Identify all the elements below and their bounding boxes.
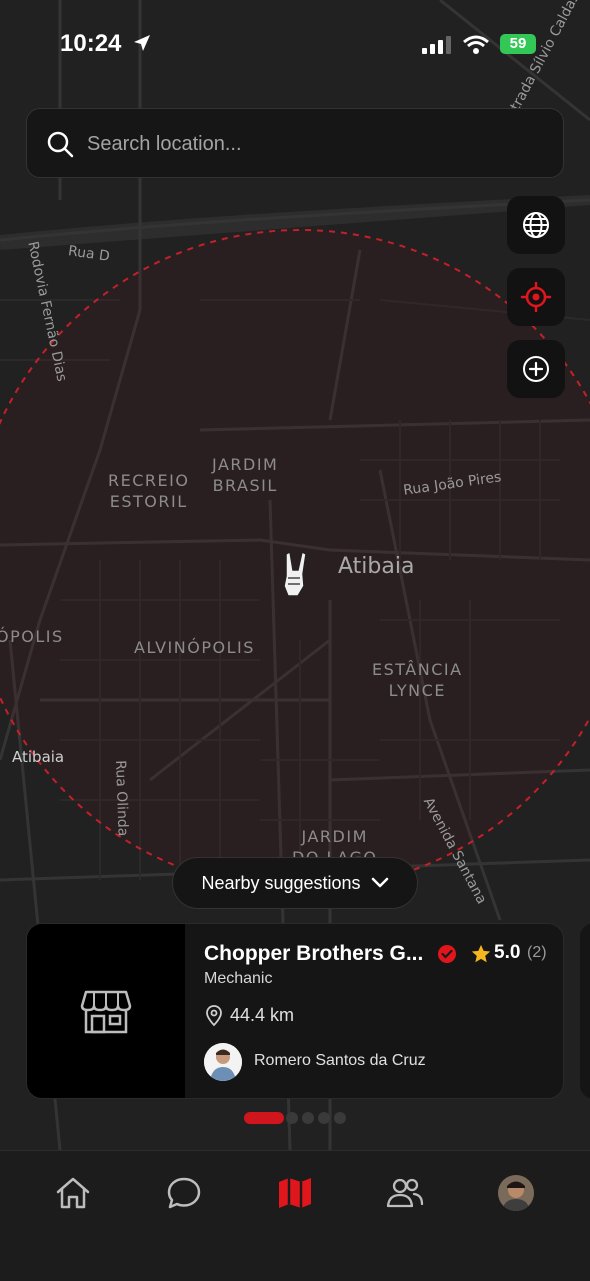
pagination-dot — [318, 1112, 330, 1124]
city-label: Atibaia — [338, 554, 415, 579]
tab-map[interactable] — [275, 1173, 315, 1213]
pagination-dot — [334, 1112, 346, 1124]
pagination-dot — [286, 1112, 298, 1124]
place-category: Mechanic — [204, 970, 273, 987]
location-arrow-icon — [134, 35, 151, 51]
search-input[interactable] — [85, 109, 549, 179]
verified-badge-icon — [438, 945, 456, 963]
add-button[interactable] — [507, 340, 565, 398]
globe-button[interactable] — [507, 196, 565, 254]
signal-icon — [422, 36, 451, 54]
pagination-dot — [302, 1112, 314, 1124]
nearby-label: Nearby suggestions — [201, 872, 361, 893]
map-icon — [279, 1178, 311, 1208]
search-bar[interactable] — [26, 108, 564, 179]
bottom-tab-bar — [0, 1150, 590, 1281]
tab-community[interactable] — [385, 1173, 425, 1213]
status-bar: 10:24 59 — [0, 0, 590, 80]
place-image — [27, 924, 185, 1098]
place-name: Chopper Brothers G... — [204, 942, 424, 965]
city-label-small: Atibaia — [12, 748, 65, 766]
owner-name: Romero Santos da Cruz — [254, 1052, 426, 1069]
store-icon — [80, 990, 132, 1034]
tab-chat[interactable] — [164, 1173, 204, 1213]
profile-avatar — [498, 1175, 534, 1211]
status-time: 10:24 — [60, 30, 152, 58]
home-icon — [56, 1177, 90, 1209]
review-count: (2) — [527, 944, 547, 961]
neighborhood-label: ÓPOLIS — [0, 627, 64, 646]
next-card-peek[interactable] — [580, 923, 590, 1099]
nearby-suggestions-dropdown[interactable]: Nearby suggestions — [172, 857, 418, 909]
neighborhood-label: RECREIO ESTORIL — [108, 471, 190, 511]
owner-avatar — [204, 1043, 242, 1081]
neighborhood-label: ESTÂNCIA LYNCE — [372, 660, 463, 700]
globe-icon — [523, 212, 549, 238]
rock-hand-marker-icon[interactable] — [278, 548, 314, 600]
wifi-icon — [463, 35, 489, 54]
battery-indicator: 59 — [500, 34, 536, 54]
chevron-down-icon — [371, 877, 388, 888]
pagination-active-dot — [244, 1112, 284, 1124]
crosshair-icon — [520, 281, 552, 313]
place-card[interactable]: Chopper Brothers G... 5.0 (2) Mechanic 4… — [26, 923, 564, 1099]
street-label: Rua Olinda — [112, 760, 131, 837]
neighborhood-label: ALVINÓPOLIS — [134, 638, 255, 657]
plus-circle-icon — [523, 356, 549, 382]
tab-profile[interactable] — [496, 1173, 536, 1213]
users-icon — [386, 1178, 424, 1208]
tab-home[interactable] — [53, 1173, 93, 1213]
map-pin-icon — [206, 1005, 222, 1027]
locate-button[interactable] — [507, 268, 565, 326]
star-icon — [471, 944, 491, 963]
rating-value: 5.0 — [494, 942, 521, 963]
search-icon — [47, 131, 74, 158]
neighborhood-label: JARDIM BRASIL — [212, 455, 279, 495]
place-distance: 44.4 km — [230, 1005, 295, 1025]
chat-bubble-icon — [167, 1177, 201, 1209]
